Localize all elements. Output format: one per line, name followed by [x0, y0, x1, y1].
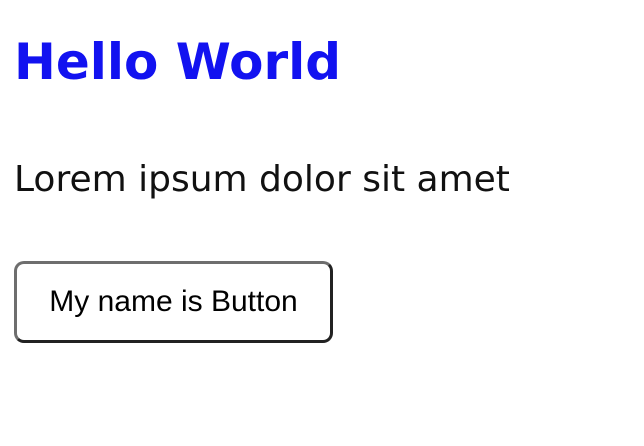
page-heading: Hello World — [14, 33, 342, 91]
my-button[interactable]: My name is Button — [14, 261, 333, 343]
page: Hello World Lorem ipsum dolor sit amet M… — [0, 0, 644, 446]
lorem-paragraph: Lorem ipsum dolor sit amet — [14, 159, 510, 200]
